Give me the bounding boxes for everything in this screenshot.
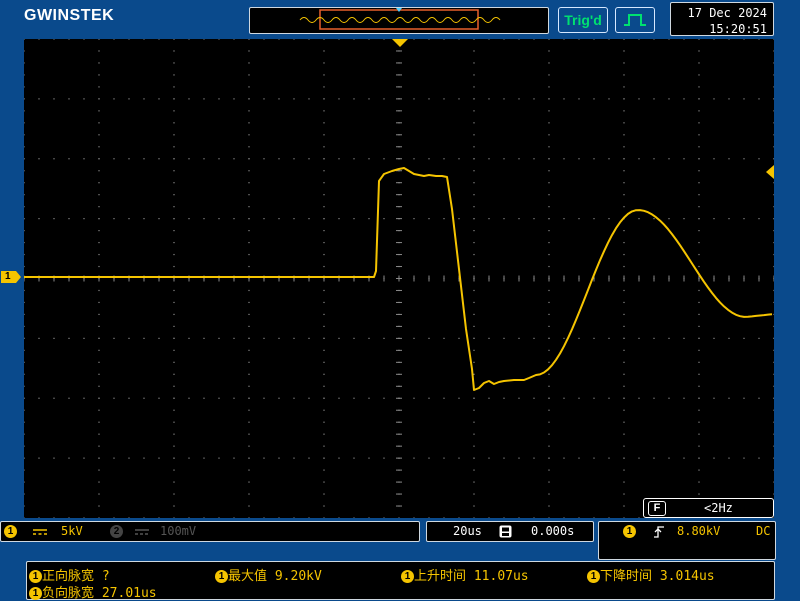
overview-waveform xyxy=(299,8,501,30)
measurement-value: 27.01us xyxy=(101,586,157,601)
measurement-badge: 1 xyxy=(29,587,42,600)
measurement-badge: 1 xyxy=(401,570,414,583)
trigger-status: Trig'd xyxy=(558,7,608,33)
date-time-display: 17 Dec 2024 15:20:51 xyxy=(670,2,774,36)
rising-edge-icon xyxy=(654,526,664,538)
measurement-panel[interactable]: 1 正向脉宽 ? 1 最大值 9.20kV 1 上升时间 11.07us 1 下降时间 … xyxy=(26,561,775,601)
trigger-mode-indicator[interactable] xyxy=(615,7,655,33)
ch1-ground-marker[interactable]: 1 xyxy=(1,271,21,283)
trigger-level: 8.80kV xyxy=(677,524,721,538)
measurement-label: 上升时间 xyxy=(414,569,467,584)
ch1-scale: 5kV xyxy=(61,524,83,538)
pulse-trigger-icon xyxy=(624,14,646,26)
frequency-value: <2Hz xyxy=(704,501,733,515)
trigger-position-marker[interactable] xyxy=(392,39,408,49)
measurement-item[interactable]: 1 最大值 9.20kV xyxy=(215,565,322,584)
date-text: 17 Dec 2024 xyxy=(687,6,767,20)
trigger-coupling: DC xyxy=(756,524,771,538)
frequency-counter: F <2Hz xyxy=(643,498,774,518)
trigger-info-bar[interactable]: 1 8.80kV DC xyxy=(598,521,776,560)
trigger-source-badge: 1 xyxy=(623,525,636,538)
waveform-display[interactable] xyxy=(23,38,775,519)
timebase-position: 0.000s xyxy=(531,524,575,538)
measurement-label: 下降时间 xyxy=(600,569,653,584)
measurement-value: 11.07us xyxy=(473,569,529,584)
ch2-scale: 100mV xyxy=(160,524,197,538)
measurement-value: 3.014us xyxy=(659,569,715,584)
trigger-level-marker[interactable] xyxy=(766,165,776,179)
timebase-bar[interactable]: 20us 0.000s xyxy=(426,521,594,542)
measurement-item[interactable]: 1 负向脉宽 27.01us xyxy=(29,582,157,601)
measurement-badge: 1 xyxy=(215,570,228,583)
time-text: 15:20:51 xyxy=(709,22,767,36)
measurement-badge: 1 xyxy=(587,570,600,583)
timebase-scale: 20us xyxy=(453,524,482,538)
channel-info-bar[interactable]: 1 5kV 2 100mV xyxy=(0,521,420,542)
measurement-label: 最大值 xyxy=(228,569,268,584)
ch1-badge: 1 xyxy=(4,525,17,538)
ch2-coupling-icon xyxy=(135,529,149,535)
brand-logo: GWINSTEK xyxy=(24,7,115,24)
overview-view-window xyxy=(319,9,479,30)
measurement-item[interactable]: 1 上升时间 11.07us xyxy=(401,565,529,584)
dc-coupling-icon xyxy=(33,529,47,535)
measurement-value: 9.20kV xyxy=(274,569,322,584)
measurement-item[interactable]: 1 下降时间 3.014us xyxy=(587,565,715,584)
ch2-badge: 2 xyxy=(110,525,123,538)
measurement-label: 负向脉宽 xyxy=(42,586,95,601)
memory-overview-bar[interactable] xyxy=(249,7,549,34)
frequency-badge: F xyxy=(648,501,666,516)
graticule xyxy=(23,38,775,519)
horizontal-position-icon xyxy=(499,525,512,538)
